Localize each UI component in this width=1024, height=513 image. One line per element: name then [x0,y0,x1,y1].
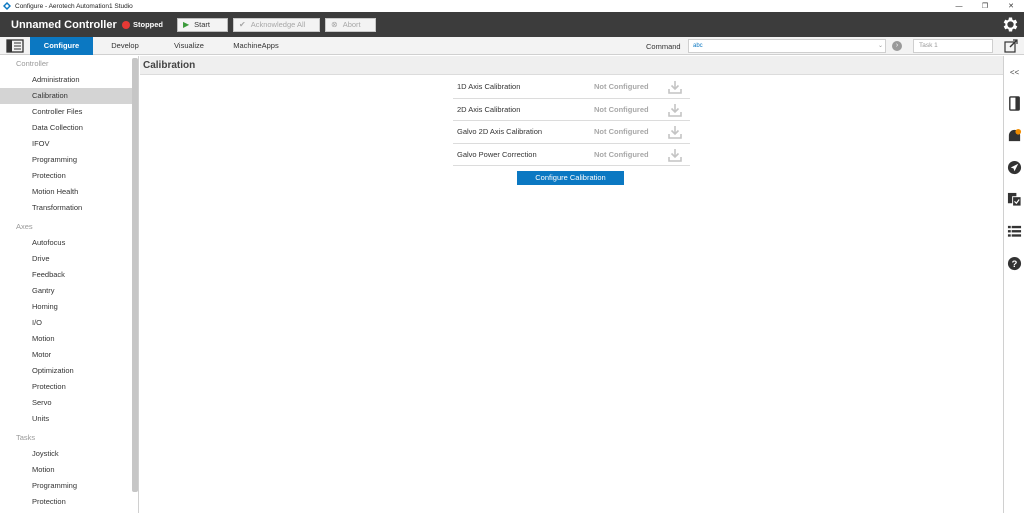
controller-icon[interactable] [1007,96,1022,111]
task-selector[interactable]: Task 1 [913,39,993,53]
calibration-name: Galvo 2D Axis Calibration [457,127,543,137]
sidebar-item-tasks-programming[interactable]: Programming [0,478,132,494]
sidebar-item-io[interactable]: I/O [0,315,132,331]
module-status-icon[interactable] [1007,128,1022,143]
configure-calibration-button[interactable]: Configure Calibration [517,171,624,185]
execute-command-button[interactable]: › [892,41,902,51]
sidebar-scrollbar[interactable] [132,58,138,492]
sidebar-group-controller: Controller [16,59,49,68]
sidebar-item-tasks-protection[interactable]: Protection [0,494,132,510]
chevron-down-icon[interactable]: ⌄ [878,40,883,52]
gear-icon[interactable] [1001,15,1020,34]
acknowledge-all-button[interactable]: ✔ Acknowledge All [233,17,320,32]
right-rail: << ? [1003,56,1024,513]
calibration-name: Galvo Power Correction [457,149,537,159]
main-panel: Calibration 1D Axis Calibration Not Conf… [140,56,1003,513]
calibration-status: Not Configured [594,149,649,159]
window-title: Configure - Aerotech Automation1 Studio [15,2,133,10]
list-item: Galvo 2D Axis Calibration Not Configured [453,121,690,144]
download-icon[interactable] [668,80,682,94]
sidebar-item-drive[interactable]: Drive [0,251,132,267]
download-icon[interactable] [668,148,682,162]
sidebar-group-axes: Axes [16,222,33,231]
sidebar-item-homing[interactable]: Homing [0,299,132,315]
sidebar: Controller Administration Calibration Co… [0,56,139,513]
sidebar-item-programming[interactable]: Programming [0,152,132,168]
sidebar-item-motor[interactable]: Motor [0,347,132,363]
navigation-icon[interactable] [1007,160,1022,175]
pop-out-icon[interactable] [1004,39,1018,53]
tab-develop[interactable]: Develop [93,37,157,55]
sidebar-item-servo[interactable]: Servo [0,395,132,411]
command-label: Command [646,42,681,51]
aerotech-logo-icon [3,2,11,10]
controller-header: Unnamed Controller Stopped ▶ Start ✔ Ack… [0,12,1024,37]
calibration-name: 2D Axis Calibration [457,104,521,114]
sidebar-item-protection[interactable]: Protection [0,168,132,184]
tab-visualize[interactable]: Visualize [157,37,221,55]
sidebar-item-motion[interactable]: Motion [0,331,132,347]
abort-icon: ⊗ [331,20,338,29]
sidebar-item-calibration[interactable]: Calibration [0,88,132,104]
sidebar-item-joystick[interactable]: Joystick [0,446,132,462]
minimize-button[interactable]: — [946,0,972,12]
command-input[interactable]: abc ⌄ [688,39,886,53]
calibration-name: 1D Axis Calibration [457,82,521,92]
abort-button[interactable]: ⊗ Abort [325,17,376,32]
sidebar-toggle-button[interactable] [0,37,30,55]
window-titlebar: Configure - Aerotech Automation1 Studio … [0,0,1024,12]
close-button[interactable]: ✕ [998,0,1024,12]
tab-configure[interactable]: Configure [30,36,93,55]
sidebar-item-feedback[interactable]: Feedback [0,267,132,283]
sidebar-item-axes-protection[interactable]: Protection [0,379,132,395]
calibration-status: Not Configured [594,82,649,92]
list-item: 1D Axis Calibration Not Configured [453,76,690,99]
sidebar-item-data-collection[interactable]: Data Collection [0,120,132,136]
page-title: Calibration [140,56,1003,75]
transfer-icon[interactable] [1007,192,1022,207]
sidebar-item-tasks-motion[interactable]: Motion [0,462,132,478]
play-icon: ▶ [183,20,190,29]
sidebar-toggle-icon [6,38,24,53]
status-stopped-icon [122,20,130,29]
sidebar-item-administration[interactable]: Administration [0,72,132,88]
list-item: Galvo Power Correction Not Configured [453,144,690,166]
sidebar-item-ifov[interactable]: IFOV [0,136,132,152]
nav-bar: Configure Develop Visualize MachineApps … [0,36,1024,55]
controller-name[interactable]: Unnamed Controller [11,19,119,31]
list-item: 2D Axis Calibration Not Configured [453,99,690,121]
sidebar-item-controller-files[interactable]: Controller Files [0,104,132,120]
download-icon[interactable] [668,103,682,117]
download-icon[interactable] [668,125,682,139]
checkmark-icon: ✔ [239,20,246,29]
calibration-status: Not Configured [594,104,649,114]
sidebar-item-gantry[interactable]: Gantry [0,283,132,299]
controller-status: Stopped [122,20,172,29]
collapse-panel-icon[interactable]: << [1007,65,1022,80]
sidebar-group-tasks: Tasks [16,433,36,442]
status-text: Stopped [133,20,163,29]
sidebar-item-transformation[interactable]: Transformation [0,200,132,216]
list-icon[interactable] [1007,224,1022,239]
restore-button[interactable]: ❐ [972,0,998,12]
sidebar-item-motion-health[interactable]: Motion Health [0,184,132,200]
start-button[interactable]: ▶ Start [177,17,228,32]
svg-text:?: ? [1012,259,1018,269]
tab-machineapps[interactable]: MachineApps [221,37,291,55]
sidebar-item-optimization[interactable]: Optimization [0,363,132,379]
calibration-status: Not Configured [594,127,649,137]
sidebar-item-units[interactable]: Units [0,411,132,427]
help-icon[interactable]: ? [1007,256,1022,271]
sidebar-item-autofocus[interactable]: Autofocus [0,235,132,251]
calibration-list: 1D Axis Calibration Not Configured 2D Ax… [453,76,690,166]
